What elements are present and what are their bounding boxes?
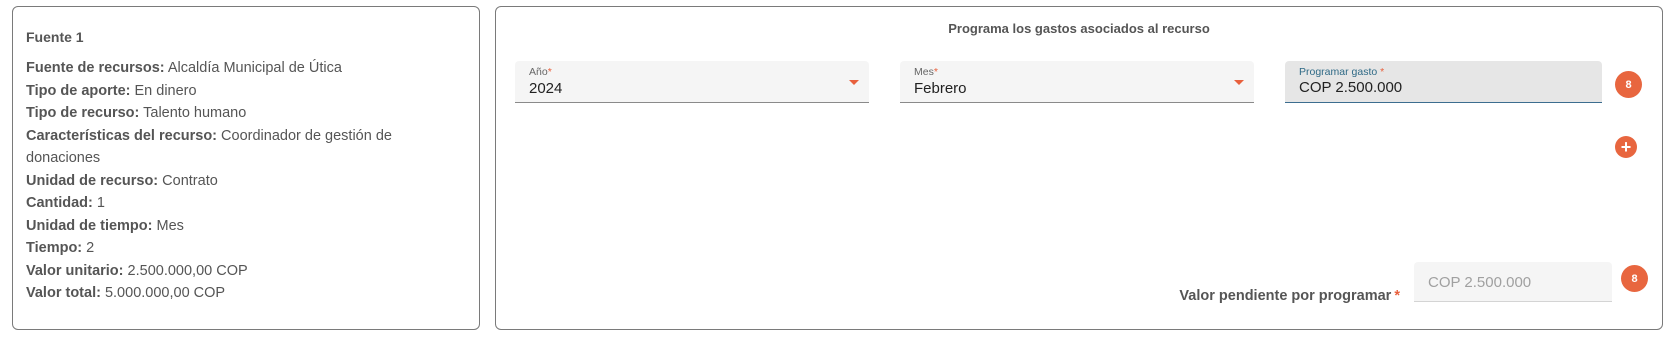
info-value: Talento humano: [143, 105, 247, 121]
info-row-caracteristicas: Características del recurso: Coordinador…: [26, 125, 466, 170]
chevron-down-icon[interactable]: [1234, 80, 1244, 85]
pending-count-badge: 8: [1621, 265, 1648, 292]
year-label: Año*: [529, 66, 552, 78]
info-row-tipo-recurso: Tipo de recurso: Talento humano: [26, 102, 466, 125]
required-mark: *: [547, 66, 552, 78]
info-value: En dinero: [134, 82, 197, 99]
info-row-tiempo: Tiempo: 2: [26, 237, 466, 260]
month-select[interactable]: Mes* Febrero: [900, 61, 1254, 103]
info-label: Unidad de recurso:: [26, 172, 159, 189]
info-label: Valor total:: [26, 285, 101, 301]
required-mark: *: [1394, 288, 1400, 304]
year-value: 2024: [529, 80, 563, 97]
info-label: Tipo de aporte:: [26, 82, 131, 99]
plus-circle-icon: +: [1620, 137, 1632, 157]
info-value: Contrato: [162, 172, 218, 189]
source-card: Fuente 1 Fuente de recursos: Alcaldía Mu…: [12, 6, 480, 330]
info-row-unidad-recurso: Unidad de recurso: Contrato: [26, 170, 466, 193]
info-row-valor-total: Valor total: 5.000.000,00 COP: [26, 282, 466, 305]
pending-value-field: COP 2.500.000: [1414, 262, 1612, 302]
info-row-fuente: Fuente de recursos: Alcaldía Municipal d…: [26, 57, 466, 80]
expense-label: Programar gasto *: [1299, 66, 1385, 78]
info-row-valor-unitario: Valor unitario: 2.500.000,00 COP: [26, 260, 466, 283]
info-label: Tiempo:: [26, 240, 83, 256]
info-value: 5.000.000,00 COP: [104, 285, 226, 301]
info-label: Cantidad:: [26, 195, 93, 211]
info-label: Características del recurso:: [26, 127, 218, 144]
add-row-button[interactable]: +: [1615, 136, 1637, 158]
expense-count-badge: 8: [1615, 71, 1642, 98]
month-label: Mes*: [914, 66, 938, 78]
month-value: Febrero: [914, 80, 967, 97]
info-label: Fuente de recursos:: [26, 60, 165, 76]
schedule-card: Programa los gastos asociados al recurso…: [495, 6, 1663, 330]
info-row-tipo-aporte: Tipo de aporte: En dinero: [26, 80, 466, 103]
info-value: 1: [96, 195, 105, 211]
pending-value: COP 2.500.000: [1428, 274, 1532, 291]
info-value: Alcaldía Municipal de Útica: [167, 60, 342, 76]
required-mark: *: [933, 66, 938, 78]
info-label: Tipo de recurso:: [26, 105, 140, 121]
expense-value[interactable]: COP 2.500.000: [1299, 79, 1402, 96]
source-info-list: Fuente de recursos: Alcaldía Municipal d…: [26, 57, 466, 305]
info-value: Mes: [156, 217, 184, 234]
info-value: 2: [86, 240, 95, 256]
schedule-title: Programa los gastos asociados al recurso: [948, 21, 1210, 36]
info-row-unidad-tiempo: Unidad de tiempo: Mes: [26, 215, 466, 238]
info-label: Unidad de tiempo:: [26, 217, 153, 234]
info-row-cantidad: Cantidad: 1: [26, 192, 466, 215]
required-mark: *: [1380, 66, 1385, 78]
year-select[interactable]: Año* 2024: [515, 61, 869, 103]
expense-input[interactable]: Programar gasto * COP 2.500.000: [1285, 61, 1602, 103]
pending-label: Valor pendiente por programar *: [1179, 288, 1400, 304]
chevron-down-icon[interactable]: [849, 80, 859, 85]
source-title: Fuente 1: [26, 29, 84, 45]
info-value: 2.500.000,00 COP: [127, 262, 248, 279]
info-label: Valor unitario:: [26, 262, 124, 279]
